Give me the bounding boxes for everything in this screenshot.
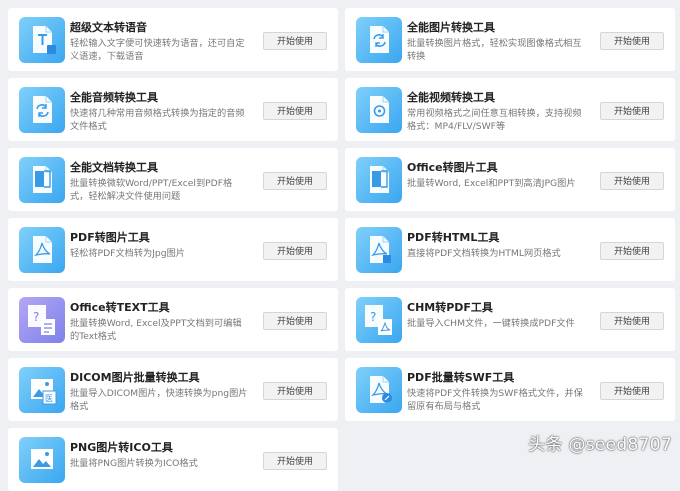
start-use-button[interactable]: 开始使用	[263, 382, 327, 400]
video-convert-icon	[356, 87, 402, 133]
tool-card[interactable]: PDF转图片工具轻松将PDF文档转为Jpg图片 开始使用	[8, 218, 338, 281]
tool-card[interactable]: 全能视频转换工具常用视频格式之间任意互相转换，支持视频格式：MP4/FLV/SW…	[345, 78, 675, 141]
tool-card[interactable]: ? CHM转PDF工具批量导入CHM文件，一键转换成PDF文件 开始使用	[345, 288, 675, 351]
tool-description: 批量导入DICOM图片，快速转换为png图片格式	[70, 388, 248, 412]
tool-title: 全能图片转换工具	[407, 21, 495, 34]
start-use-button[interactable]: 开始使用	[263, 32, 327, 50]
tool-title: PDF转图片工具	[70, 231, 150, 244]
tool-card[interactable]: PDF转HTML工具直接将PDF文档转换为HTML网页格式 开始使用	[345, 218, 675, 281]
tool-description: 批量转换Word, Excel及PPT文档到可编辑的Text格式	[70, 318, 242, 342]
tool-card[interactable]: 全能音频转换工具快速将几种常用音频格式转换为指定的音频文件格式 开始使用	[8, 78, 338, 141]
pdf-to-image-icon	[19, 227, 65, 273]
pdf-to-html-icon	[356, 227, 402, 273]
tool-description: 直接将PDF文档转换为HTML网页格式	[407, 248, 561, 259]
tool-title: 全能音频转换工具	[70, 91, 158, 104]
dicom-convert-icon: 医	[19, 367, 65, 413]
office-to-pdf-icon	[19, 157, 65, 203]
svg-text:?: ?	[33, 310, 39, 324]
tool-description: 快速将几种常用音频格式转换为指定的音频文件格式	[70, 108, 245, 132]
tool-title: 全能视频转换工具	[407, 91, 495, 104]
tool-card[interactable]: ? Office转TEXT工具批量转换Word, Excel及PPT文档到可编辑的…	[8, 288, 338, 351]
tool-card[interactable]: 全能文档转换工具批量转换微软Word/PPT/Excel到PDF格式，轻松解决文…	[8, 148, 338, 211]
audio-convert-icon	[19, 87, 65, 133]
start-use-button[interactable]: 开始使用	[600, 382, 664, 400]
tool-card[interactable]: Office转图片工具批量转Word, Excel和PPT到高清JPG图片 开始使…	[345, 148, 675, 211]
start-use-button[interactable]: 开始使用	[600, 242, 664, 260]
tool-description: 批量转Word, Excel和PPT到高清JPG图片	[407, 178, 576, 189]
tool-title: Office转TEXT工具	[70, 301, 170, 314]
tool-description: 快速将PDF文件转换为SWF格式文件，并保留原有布局与格式	[407, 388, 583, 412]
tool-title: PDF转HTML工具	[407, 231, 500, 244]
pdf-to-swf-icon	[356, 367, 402, 413]
tool-card[interactable]: PDF批量转SWF工具快速将PDF文件转换为SWF格式文件，并保留原有布局与格式…	[345, 358, 675, 421]
start-use-button[interactable]: 开始使用	[600, 102, 664, 120]
office-to-image-icon	[356, 157, 402, 203]
tool-description: 批量转换图片格式，轻松实现图像格式相互转换	[407, 38, 582, 62]
tool-card[interactable]: PNG图片转ICO工具批量将PNG图片转换为ICO格式 开始使用	[8, 428, 338, 491]
tool-title: Office转图片工具	[407, 161, 498, 174]
tool-title: DICOM图片批量转换工具	[70, 371, 200, 384]
svg-text:医: 医	[45, 394, 53, 403]
tool-title: 全能文档转换工具	[70, 161, 158, 174]
start-use-button[interactable]: 开始使用	[600, 312, 664, 330]
office-to-text-icon: ?	[19, 297, 65, 343]
tool-card[interactable]: 全能图片转换工具批量转换图片格式，轻松实现图像格式相互转换 开始使用	[345, 8, 675, 71]
start-use-button[interactable]: 开始使用	[600, 32, 664, 50]
svg-text:?: ?	[370, 310, 376, 324]
tool-description: 批量将PNG图片转换为ICO格式	[70, 458, 198, 469]
start-use-button[interactable]: 开始使用	[600, 172, 664, 190]
tool-title: PDF批量转SWF工具	[407, 371, 515, 384]
chm-to-pdf-icon: ?	[356, 297, 402, 343]
tool-card[interactable]: 医 DICOM图片批量转换工具批量导入DICOM图片，快速转换为png图片格式 开始…	[8, 358, 338, 421]
start-use-button[interactable]: 开始使用	[263, 312, 327, 330]
start-use-button[interactable]: 开始使用	[263, 242, 327, 260]
png-to-ico-icon	[19, 437, 65, 483]
start-use-button[interactable]: 开始使用	[263, 172, 327, 190]
tool-description: 常用视频格式之间任意互相转换，支持视频格式：MP4/FLV/SWF等	[407, 108, 582, 132]
tool-description: 批量转换微软Word/PPT/Excel到PDF格式，轻松解决文件使用问题	[70, 178, 233, 202]
tool-description: 轻松输入文字便可快速转为语音，还可自定义语速，下载语音	[70, 38, 245, 62]
text-to-speech-icon	[19, 17, 65, 63]
tool-description: 轻松将PDF文档转为Jpg图片	[70, 248, 185, 259]
tool-description: 批量导入CHM文件，一键转换成PDF文件	[407, 318, 575, 329]
tool-title: CHM转PDF工具	[407, 301, 493, 314]
tool-grid: 超级文本转语音 轻松输入文字便可快速转为语音，还可自定义语速，下载语音 开始使用 全能…	[8, 8, 675, 491]
start-use-button[interactable]: 开始使用	[263, 452, 327, 470]
image-convert-icon	[356, 17, 402, 63]
start-use-button[interactable]: 开始使用	[263, 102, 327, 120]
tool-card[interactable]: 超级文本转语音轻松输入文字便可快速转为语音，还可自定义语速，下载语音 开始使用	[8, 8, 338, 71]
tool-title: PNG图片转ICO工具	[70, 441, 173, 454]
watermark: 头条 @seed8707	[528, 435, 672, 455]
tool-title: 超级文本转语音	[70, 21, 147, 34]
